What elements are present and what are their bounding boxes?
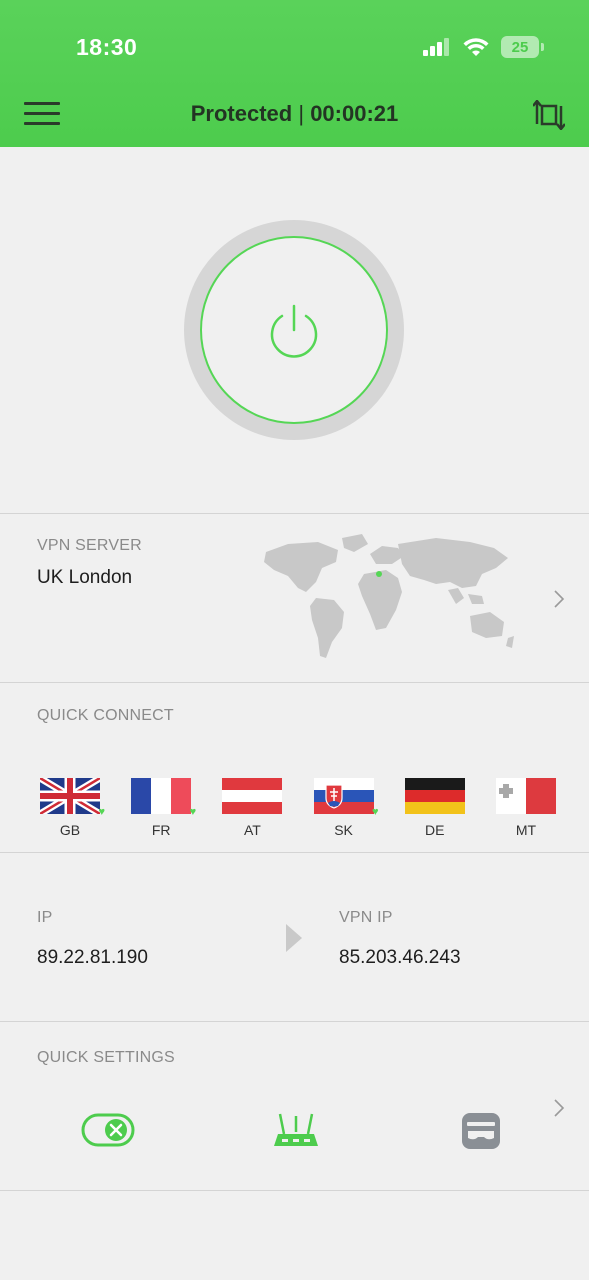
slovakia-flag-icon	[313, 778, 374, 814]
austria-flag-icon	[222, 778, 283, 814]
divider	[0, 1190, 589, 1191]
flag-item-sk[interactable]: ♥ SK	[302, 778, 386, 838]
status-separator: |	[298, 101, 305, 126]
flag-code: GB	[59, 822, 81, 838]
france-flag-icon	[131, 778, 192, 814]
status-text: Protected	[190, 101, 293, 126]
germany-flag-icon	[404, 778, 465, 814]
flag-item-fr[interactable]: ♥ FR	[119, 778, 203, 838]
world-map-icon	[264, 534, 514, 658]
flag-code: FR	[151, 822, 171, 838]
flag-code: SK	[334, 822, 353, 838]
battery-indicator: 25	[501, 36, 544, 58]
quick-connect-label: QUICK CONNECT	[37, 707, 174, 724]
power-button-ring	[184, 220, 404, 440]
arrow-right-icon	[286, 924, 302, 952]
flag-code: DE	[425, 822, 445, 838]
wifi-icon	[463, 37, 489, 56]
flag-item-mt[interactable]: MT	[484, 778, 568, 838]
vpn-server-label: VPN SERVER	[37, 537, 142, 554]
vpn-ip-value: 85.203.46.243	[339, 947, 461, 968]
quick-connect-flags: ♥ GB ♥ FR AT ♥ SK DE MT	[28, 778, 568, 838]
connection-timer: 00:00:21	[310, 101, 399, 126]
router-icon[interactable]	[274, 1112, 318, 1150]
divider	[0, 1021, 589, 1022]
ip-label: IP	[37, 909, 53, 926]
flag-item-gb[interactable]: ♥ GB	[28, 778, 112, 838]
connection-status-title: Protected | 00:00:21	[0, 101, 589, 127]
switch-server-icon[interactable]	[533, 100, 565, 130]
uk-flag-icon	[40, 778, 100, 814]
status-icons: 25	[423, 36, 544, 58]
vpn-ip-label: VPN IP	[339, 909, 393, 926]
flag-item-at[interactable]: AT	[210, 778, 294, 838]
divider	[0, 682, 589, 683]
favorite-heart-icon: ♥	[98, 806, 105, 818]
power-button[interactable]	[200, 236, 388, 424]
chevron-right-icon	[554, 590, 565, 608]
kill-switch-toggle-icon[interactable]	[81, 1113, 135, 1147]
chevron-right-icon	[554, 1099, 565, 1117]
favorite-heart-icon: ♥	[372, 806, 379, 818]
status-time: 18:30	[76, 34, 138, 60]
ip-value: 89.22.81.190	[37, 947, 148, 968]
vpn-server-value: UK London	[37, 567, 133, 588]
power-icon	[270, 304, 318, 358]
privacy-mask-icon[interactable]	[462, 1113, 500, 1149]
flag-code: AT	[243, 822, 261, 838]
flag-code: MT	[515, 822, 537, 838]
malta-flag-icon	[495, 778, 556, 814]
flag-item-de[interactable]: DE	[393, 778, 477, 838]
quick-settings-label: QUICK SETTINGS	[37, 1049, 175, 1066]
signal-icon	[423, 38, 449, 56]
divider	[0, 513, 589, 514]
divider	[0, 852, 589, 853]
favorite-heart-icon: ♥	[189, 806, 197, 818]
top-bar: 18:30 25 Protected | 00:00:21	[0, 0, 589, 147]
